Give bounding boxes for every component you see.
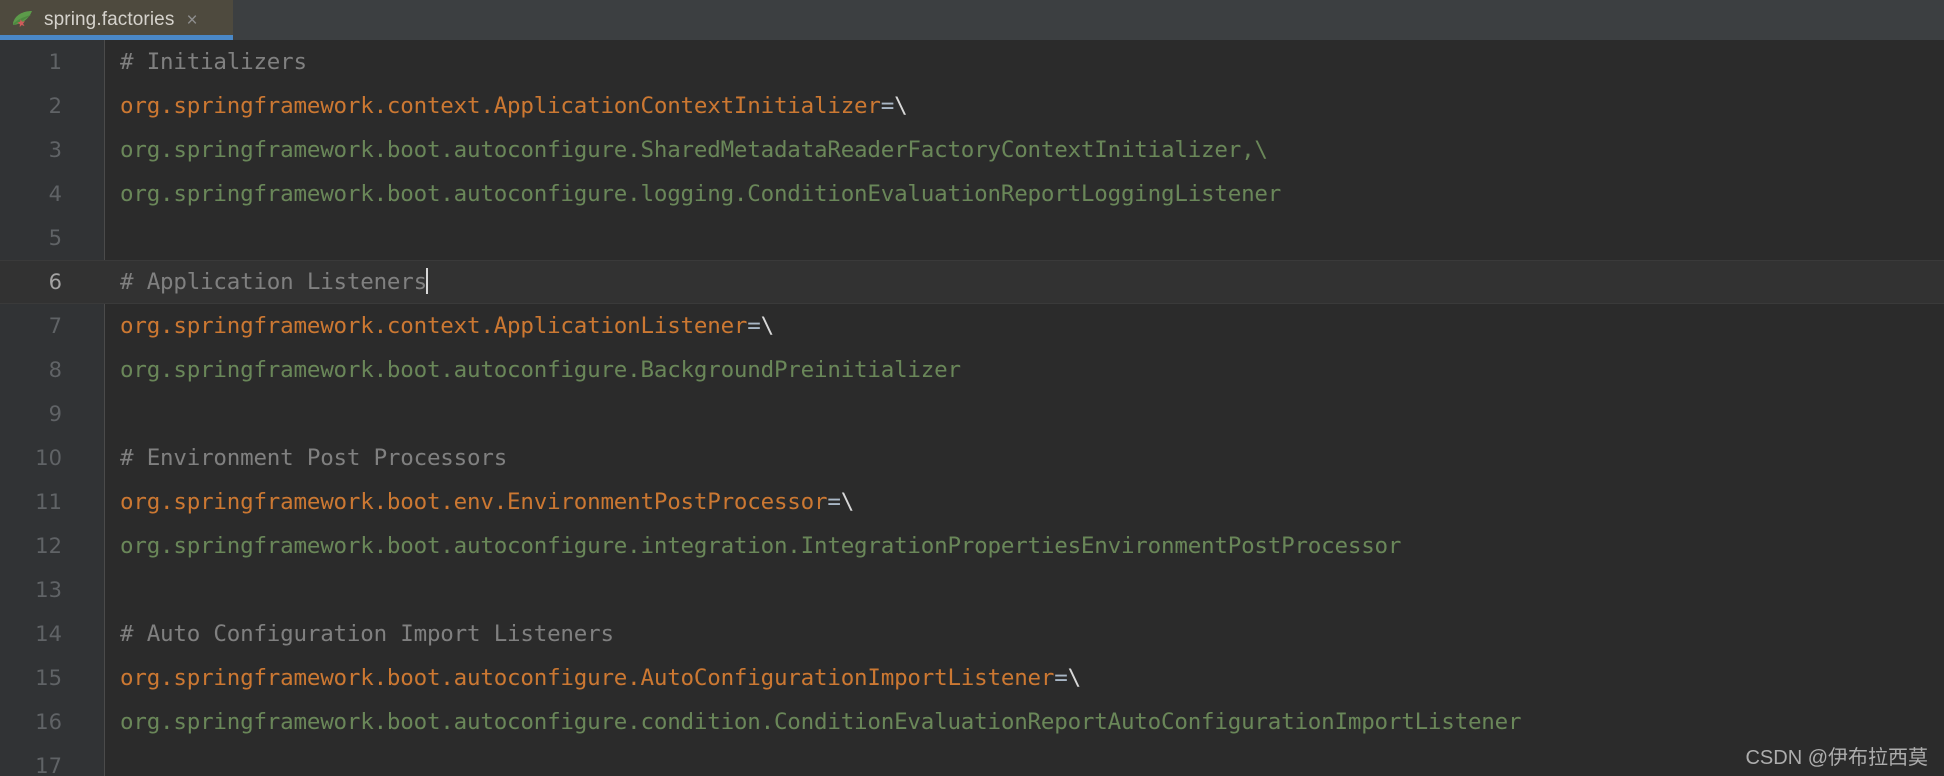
token-comment: # Auto Configuration Import Listeners [120, 621, 614, 647]
token-eq: = [880, 93, 895, 119]
code-text: org.springframework.boot.autoconfigure.l… [120, 172, 1944, 216]
token-comment: # Environment Post Processors [120, 445, 508, 471]
token-slash: \ [1067, 665, 1082, 691]
line-number: 13 [35, 578, 62, 602]
token-eq: = [827, 489, 841, 515]
code-text: org.springframework.boot.autoconfigure.i… [120, 524, 1944, 568]
code-line[interactable]: 5 [0, 216, 1944, 260]
code-line[interactable]: 16 org.springframework.boot.autoconfigure… [0, 700, 1944, 744]
code-line[interactable]: 10 # Environment Post Processors [0, 436, 1944, 480]
code-text: org.springframework.boot.autoconfigure.B… [120, 348, 1944, 392]
token-key: org.springframework.boot.env.Environment… [120, 489, 828, 515]
code-text: org.springframework.boot.autoconfigure.c… [120, 700, 1944, 744]
line-number: 8 [48, 358, 62, 382]
code-editor[interactable]: 1 # Initializers 2 org.springframework.cont… [0, 40, 1944, 776]
line-number: 1 [48, 50, 62, 74]
token-value: org.springframework.boot.autoconfigure.l… [120, 181, 1282, 207]
token-comment: # Application Listeners [120, 269, 427, 295]
code-text: # Environment Post Processors [120, 436, 1944, 480]
token-slash: \ [760, 313, 775, 339]
code-text: org.springframework.context.ApplicationC… [120, 84, 1944, 128]
code-text: # Initializers [120, 40, 1944, 84]
watermark: CSDN @伊布拉西莫 [1745, 747, 1928, 769]
code-line[interactable]: 12 org.springframework.boot.autoconfigure… [0, 524, 1944, 568]
token-key: org.springframework.boot.autoconfigure.A… [120, 665, 1055, 691]
token-value: org.springframework.boot.autoconfigure.B… [120, 357, 961, 383]
tab-label: spring.factories [44, 9, 175, 30]
line-number: 3 [48, 138, 62, 162]
code-line[interactable]: 4 org.springframework.boot.autoconfigure.… [0, 172, 1944, 216]
line-number: 4 [48, 182, 62, 206]
line-number: 16 [35, 710, 62, 734]
code-line[interactable]: 6 # Application Listeners [0, 260, 1944, 304]
close-icon[interactable]: × [186, 11, 197, 30]
token-slash: \ [840, 489, 855, 515]
code-line[interactable]: 13 [0, 568, 1944, 612]
code-line[interactable]: 7 org.springframework.context.Application… [0, 304, 1944, 348]
token-key: org.springframework.context.ApplicationL… [120, 313, 748, 339]
code-line[interactable]: 15 org.springframework.boot.autoconfigure… [0, 656, 1944, 700]
line-number: 2 [48, 94, 62, 118]
token-eq: = [1054, 665, 1068, 691]
code-text: # Application Listeners [120, 260, 1944, 304]
line-number: 7 [48, 314, 62, 338]
spring-boot-leaf-icon [12, 9, 34, 31]
code-lines: 1 # Initializers 2 org.springframework.cont… [0, 40, 1944, 776]
code-text: org.springframework.context.ApplicationL… [120, 304, 1944, 348]
code-text: org.springframework.boot.env.Environment… [120, 480, 1944, 524]
line-number: 10 [35, 446, 62, 470]
editor-tab-bar: spring.factories × [0, 0, 1944, 40]
line-number: 15 [35, 666, 62, 690]
code-line[interactable]: 2 org.springframework.context.Application… [0, 84, 1944, 128]
code-line[interactable]: 17 [0, 744, 1944, 776]
code-line[interactable]: 14 # Auto Configuration Import Listeners [0, 612, 1944, 656]
code-text: # Auto Configuration Import Listeners [120, 612, 1944, 656]
token-slash: \ [894, 93, 908, 119]
code-line[interactable]: 8 org.springframework.boot.autoconfigure.… [0, 348, 1944, 392]
code-line[interactable]: 9 [0, 392, 1944, 436]
token-value: org.springframework.boot.autoconfigure.i… [120, 533, 1402, 559]
line-number: 11 [35, 490, 62, 514]
token-value: org.springframework.boot.autoconfigure.S… [120, 137, 1268, 163]
code-line[interactable]: 3 org.springframework.boot.autoconfigure.… [0, 128, 1944, 172]
code-text: org.springframework.boot.autoconfigure.A… [120, 656, 1944, 700]
line-number: 9 [48, 402, 62, 426]
text-caret [425, 268, 428, 294]
token-key: org.springframework.context.ApplicationC… [120, 93, 881, 119]
token-comment: # Initializers [120, 49, 307, 75]
line-number: 6 [48, 270, 62, 294]
code-text: org.springframework.boot.autoconfigure.S… [120, 128, 1944, 172]
line-number: 12 [35, 534, 62, 558]
line-number: 5 [48, 226, 62, 250]
token-value: org.springframework.boot.autoconfigure.c… [120, 709, 1522, 735]
code-line[interactable]: 1 # Initializers [0, 40, 1944, 84]
code-line[interactable]: 11 org.springframework.boot.env.Environme… [0, 480, 1944, 524]
token-eq: = [747, 313, 761, 339]
tab-spring-factories[interactable]: spring.factories × [0, 0, 233, 40]
line-number: 17 [35, 754, 62, 776]
line-number: 14 [35, 622, 62, 646]
